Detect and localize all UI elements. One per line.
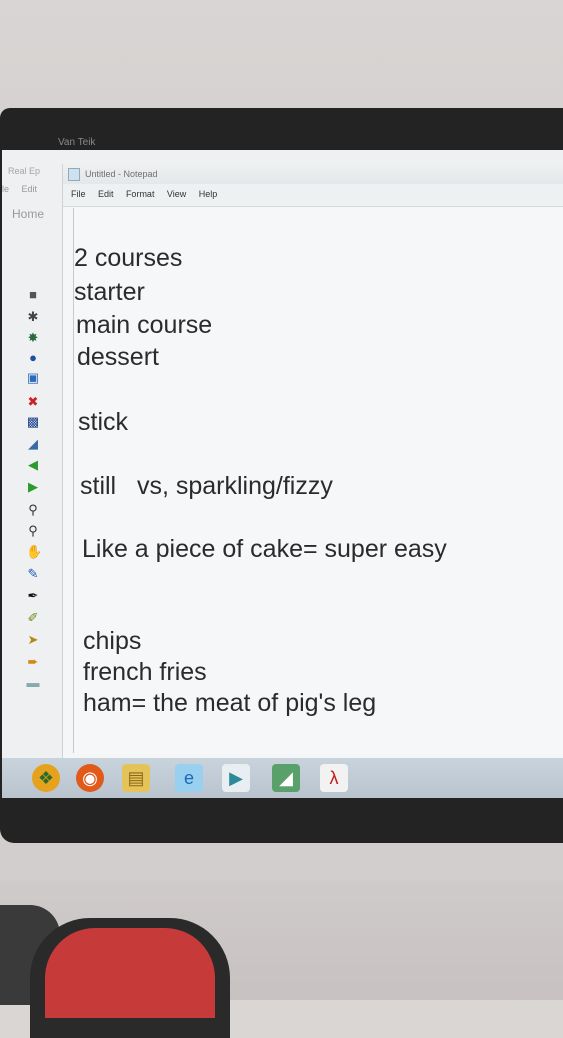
dot-icon[interactable]: ● [26, 351, 40, 365]
hand-icon[interactable]: ✋ [26, 545, 42, 559]
text-line: dessert [77, 343, 159, 371]
menu-format[interactable]: Format [126, 189, 155, 199]
background-home-tab[interactable]: Home [12, 207, 44, 221]
marker-icon[interactable]: ✎ [26, 567, 40, 581]
close-circle-icon[interactable]: ✖ [26, 395, 40, 409]
zoom-in-icon[interactable]: ⚲ [26, 503, 40, 517]
text-line: Like a piece of cake= super easy [82, 535, 447, 563]
background-app-title: Real Ep [8, 166, 41, 176]
chair-seat [45, 928, 215, 1018]
pen-icon[interactable]: ✒ [26, 589, 40, 603]
eraser-icon[interactable]: ➤ [26, 633, 40, 647]
text-line: french fries [83, 658, 207, 686]
text-line: stick [78, 408, 128, 436]
background-menu-item[interactable]: Edit [22, 184, 38, 194]
lock-icon[interactable]: ■ [26, 288, 40, 302]
text-line: chips [83, 627, 142, 655]
menu-file[interactable]: File [71, 189, 86, 199]
zoom-out-icon[interactable]: ⚲ [26, 524, 40, 538]
monitor-brand: Van Teik [58, 137, 96, 148]
menu-help[interactable]: Help [199, 189, 218, 199]
save-icon[interactable]: ▩ [26, 415, 40, 429]
arrow-right-icon[interactable]: ▶ [26, 480, 40, 494]
menu-edit[interactable]: Edit [98, 189, 114, 199]
notepad-text-area[interactable]: 2 courses starter main course dessert st… [73, 208, 563, 753]
image-icon[interactable]: ▣ [26, 371, 40, 385]
notepad-menubar: File Edit Format View Help [63, 184, 563, 207]
arrow-left-icon[interactable]: ◀ [26, 458, 40, 472]
text-line: 2 courses [74, 244, 183, 272]
notepad-title: Untitled - Notepad [85, 169, 158, 179]
screen: Real Ep le Edit Home ■ ✱ ✸ ● ▣ ✖ ▩ ◢ ◀ ▶… [2, 150, 563, 798]
text-line: ham= the meat of pig's leg [83, 689, 377, 717]
media-player-icon[interactable]: ▶ [222, 764, 250, 792]
internet-explorer-icon[interactable]: e [175, 764, 203, 792]
background-menu-item[interactable]: le [2, 184, 9, 194]
star-icon[interactable]: ✱ [26, 310, 40, 324]
app-icon[interactable]: ◢ [272, 764, 300, 792]
notepad-titlebar[interactable]: Untitled - Notepad [63, 164, 563, 184]
file-explorer-icon[interactable]: ▤ [122, 764, 150, 792]
annotation-toolbar: ■ ✱ ✸ ● ▣ ✖ ▩ ◢ ◀ ▶ ⚲ ⚲ ✋ ✎ ✒ ✐ ➤ ➨ ▬ [20, 238, 52, 798]
highlighter-icon[interactable]: ✐ [26, 611, 40, 625]
fill-icon[interactable]: ◢ [26, 437, 40, 451]
menu-view[interactable]: View [167, 189, 186, 199]
firefox-icon[interactable]: ◉ [76, 764, 104, 792]
taskbar: ❖ ◉ ▤ e ▶ ◢ λ [2, 758, 563, 798]
text-line: main course [76, 311, 213, 339]
adobe-reader-icon[interactable]: λ [320, 764, 348, 792]
text-line: still vs, sparkling/fizzy [80, 472, 333, 500]
line-icon[interactable]: ▬ [26, 676, 40, 690]
globe-icon[interactable]: ✸ [26, 331, 40, 345]
start-icon[interactable]: ❖ [32, 764, 60, 792]
background-app-menu: le Edit [2, 184, 47, 194]
text-line: starter [74, 278, 145, 306]
notepad-window: Untitled - Notepad File Edit Format View… [62, 164, 563, 759]
pointer-icon[interactable]: ➨ [26, 655, 40, 669]
notepad-icon [68, 168, 80, 181]
